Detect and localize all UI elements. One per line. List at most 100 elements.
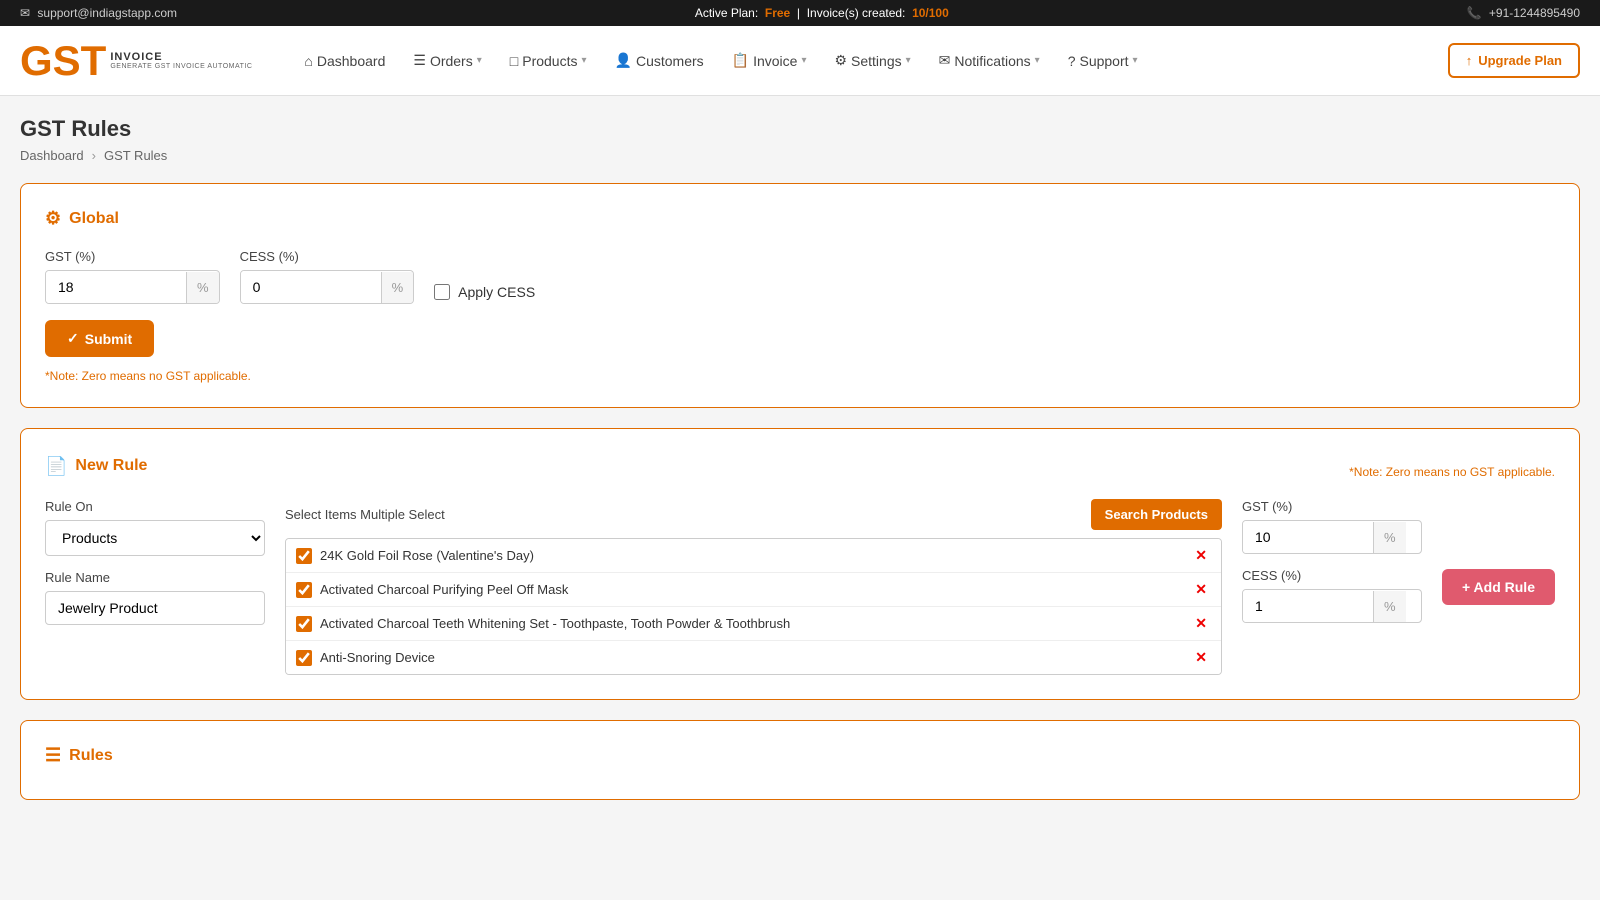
rule-gst-label: GST (%)	[1242, 499, 1422, 514]
submit-button[interactable]: ✓ Submit	[45, 320, 154, 357]
item-remove-1[interactable]: ✕	[1191, 581, 1211, 598]
invoice-icon: 📋	[732, 52, 749, 69]
page-title: GST Rules	[20, 116, 1580, 142]
rule-on-col: Rule On Products Customers Categories Ru…	[45, 499, 265, 625]
chevron-down-icon: ▾	[1133, 55, 1138, 66]
nav-customers[interactable]: 👤 Customers	[603, 44, 716, 77]
list-icon: ☰	[413, 52, 426, 69]
new-rule-icon: 📄	[45, 456, 67, 477]
item-checkbox-2[interactable]	[296, 616, 312, 632]
list-item: Activated Charcoal Purifying Peel Off Ma…	[286, 573, 1221, 607]
search-products-button[interactable]: Search Products	[1091, 499, 1222, 530]
mail-icon: ✉	[939, 52, 951, 69]
item-label-3: Anti-Snoring Device	[320, 650, 1183, 665]
rules-icon: ☰	[45, 745, 61, 766]
items-list[interactable]: 24K Gold Foil Rose (Valentine's Day) ✕ A…	[285, 538, 1222, 675]
global-card: ⚙ Global GST (%) % CESS (%) % Apply	[20, 183, 1580, 408]
item-label-1: Activated Charcoal Purifying Peel Off Ma…	[320, 582, 1183, 597]
plan-info: Active Plan: Free | Invoice(s) created: …	[695, 6, 949, 20]
rule-gst-input-wrapper: %	[1242, 520, 1422, 554]
nav-settings[interactable]: ⚙ Settings ▾	[822, 44, 922, 77]
add-rule-button[interactable]: + Add Rule	[1442, 569, 1555, 605]
rule-name-label: Rule Name	[45, 570, 265, 585]
rules-card-header: ☰ Rules	[45, 745, 1555, 766]
nav-items: ⌂ Dashboard ☰ Orders ▾ □ Products ▾ 👤 Cu…	[292, 44, 1447, 77]
navbar: GST INVOICE GENERATE GST INVOICE AUTOMAT…	[0, 26, 1600, 96]
nav-dashboard[interactable]: ⌂ Dashboard	[292, 45, 397, 77]
top-bar: support@indiagstapp.com Active Plan: Fre…	[0, 0, 1600, 26]
percent-icon: %	[186, 272, 219, 303]
item-checkbox-1[interactable]	[296, 582, 312, 598]
nav-orders-label: Orders	[430, 53, 473, 69]
home-icon: ⌂	[304, 53, 312, 69]
list-item: 24K Gold Foil Rose (Valentine's Day) ✕	[286, 539, 1221, 573]
item-label-0: 24K Gold Foil Rose (Valentine's Day)	[320, 548, 1183, 563]
nav-support[interactable]: ? Support ▾	[1056, 45, 1150, 77]
new-rule-body: Rule On Products Customers Categories Ru…	[45, 499, 1555, 675]
list-item: Anti-Snoring Device ✕	[286, 641, 1221, 674]
rule-name-input[interactable]	[45, 591, 265, 625]
apply-cess-row: Apply CESS	[434, 284, 535, 304]
page-content: GST Rules Dashboard › GST Rules ⚙ Global…	[0, 96, 1600, 820]
nav-invoice-label: Invoice	[753, 53, 797, 69]
breadcrumb: Dashboard › GST Rules	[20, 148, 1580, 163]
gst-cess-col: GST (%) % CESS (%) %	[1242, 499, 1422, 623]
apply-cess-label[interactable]: Apply CESS	[458, 284, 535, 300]
phone-icon	[1467, 6, 1482, 20]
rule-name-group: Rule Name	[45, 570, 265, 625]
users-icon: 👤	[615, 52, 632, 69]
chevron-down-icon: ▾	[581, 55, 586, 66]
cess-input[interactable]	[241, 271, 381, 303]
chevron-down-icon: ▾	[906, 55, 911, 66]
gst-input[interactable]	[46, 271, 186, 303]
percent-icon: %	[381, 272, 414, 303]
gst-input-wrapper: %	[45, 270, 220, 304]
email-icon	[20, 6, 30, 20]
chevron-down-icon: ▾	[477, 55, 482, 66]
global-form-row: GST (%) % CESS (%) % Apply CESS	[45, 249, 1555, 304]
logo: GST INVOICE GENERATE GST INVOICE AUTOMAT…	[20, 40, 252, 82]
nav-products[interactable]: □ Products ▾	[498, 45, 599, 77]
top-bar-phone: +91-1244895490	[1467, 6, 1580, 20]
item-label-2: Activated Charcoal Teeth Whitening Set -…	[320, 616, 1183, 631]
rule-cess-input[interactable]	[1243, 590, 1373, 622]
select-items-header: Select Items Multiple Select Search Prod…	[285, 499, 1222, 530]
logo-invoice-block: INVOICE GENERATE GST INVOICE AUTOMATIC	[110, 51, 252, 70]
item-checkbox-0[interactable]	[296, 548, 312, 564]
nav-orders[interactable]: ☰ Orders ▾	[401, 44, 493, 77]
question-icon: ?	[1068, 53, 1076, 69]
cess-input-wrapper: %	[240, 270, 415, 304]
breadcrumb-separator: ›	[92, 148, 96, 163]
item-remove-0[interactable]: ✕	[1191, 547, 1211, 564]
upgrade-plan-button[interactable]: ↑ Upgrade Plan	[1448, 43, 1580, 78]
rule-cess-label: CESS (%)	[1242, 568, 1422, 583]
percent-icon: %	[1373, 591, 1406, 622]
global-icon: ⚙	[45, 208, 61, 229]
breadcrumb-home[interactable]: Dashboard	[20, 148, 84, 163]
select-items-col: Select Items Multiple Select Search Prod…	[285, 499, 1222, 675]
chevron-down-icon: ▾	[801, 55, 806, 66]
upgrade-icon: ↑	[1466, 53, 1473, 68]
new-rule-header: 📄 New Rule *Note: Zero means no GST appl…	[45, 453, 1555, 479]
percent-icon: %	[1373, 522, 1406, 553]
apply-cess-checkbox[interactable]	[434, 284, 450, 300]
nav-notifications-label: Notifications	[954, 53, 1030, 69]
item-checkbox-3[interactable]	[296, 650, 312, 666]
rule-gst-input[interactable]	[1243, 521, 1373, 553]
rule-cess-input-wrapper: %	[1242, 589, 1422, 623]
logo-gst-text: GST	[20, 40, 106, 82]
check-icon: ✓	[67, 330, 79, 347]
gst-field-group: GST (%) %	[45, 249, 220, 304]
gst-label: GST (%)	[45, 249, 220, 264]
rule-on-label: Rule On	[45, 499, 265, 514]
item-remove-3[interactable]: ✕	[1191, 649, 1211, 666]
top-bar-email: support@indiagstapp.com	[20, 6, 177, 20]
nav-products-label: Products	[522, 53, 577, 69]
rules-card: ☰ Rules	[20, 720, 1580, 800]
nav-invoice[interactable]: 📋 Invoice ▾	[720, 44, 819, 77]
nav-notifications[interactable]: ✉ Notifications ▾	[927, 44, 1052, 77]
rule-on-select[interactable]: Products Customers Categories	[45, 520, 265, 556]
breadcrumb-current: GST Rules	[104, 148, 167, 163]
box-icon: □	[510, 53, 518, 69]
item-remove-2[interactable]: ✕	[1191, 615, 1211, 632]
